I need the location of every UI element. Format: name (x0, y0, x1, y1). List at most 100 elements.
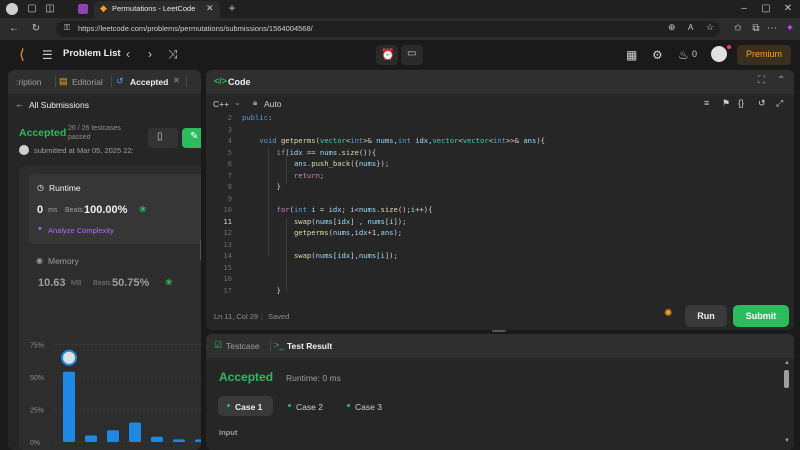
favorites-icon[interactable]: ✩ (732, 23, 744, 35)
case-tab-2[interactable]: Case 2 (280, 396, 335, 416)
chart-bar[interactable] (151, 436, 163, 442)
close-tab-icon[interactable]: ✕ (173, 76, 180, 85)
tab-accepted[interactable]: Accepted (130, 77, 168, 87)
analyze-complexity-link[interactable]: Analyze Complexity (48, 226, 114, 235)
streak-fire-icon[interactable]: ♨ (678, 48, 689, 62)
code-text: ans.push_back({nums}); (293, 159, 390, 168)
pinned-tab-icon[interactable] (78, 4, 88, 14)
maximize-icon[interactable]: ▢ (760, 3, 772, 15)
debug-icon[interactable]: ✺ (664, 308, 672, 319)
problem-list-icon[interactable]: ☰ (42, 48, 53, 62)
runtime-label: Runtime (49, 183, 81, 193)
code-line: 12 getperms(nums,idx+1,ans); (206, 227, 794, 239)
chart-bar[interactable] (63, 371, 75, 442)
back-icon[interactable]: ← (8, 23, 20, 35)
chart-y-tick-label: 75% (30, 343, 44, 350)
line-number: 11 (223, 216, 232, 226)
workspaces-icon[interactable]: ▢ (26, 3, 38, 15)
code-editor[interactable]: 2 public: 3 4 void getperms(vector<int>& nu… (206, 112, 794, 302)
favorite-icon[interactable]: ☆ (706, 22, 714, 33)
memory-value: 10.63 (38, 277, 66, 289)
scrollbar-thumb[interactable] (784, 370, 789, 388)
panel-resize-handle[interactable] (200, 240, 201, 260)
premium-button[interactable]: Premium (737, 45, 791, 65)
next-problem-icon[interactable]: › (148, 47, 152, 61)
book-icon: ▯ (157, 131, 163, 142)
editorial-button[interactable]: ▯ (148, 128, 178, 148)
indent-guide (286, 218, 287, 292)
timer-button[interactable]: ⏰ (376, 45, 398, 65)
more-icon[interactable]: ⋯ (766, 23, 778, 35)
user-avatar[interactable] (711, 46, 727, 62)
code-line: 10 for(int i = idx; i<nums.size();i++){ (206, 204, 794, 216)
tab-divider (55, 76, 56, 87)
chart-bar[interactable] (107, 430, 119, 442)
read-aloud-icon[interactable]: A (688, 23, 693, 32)
chevron-down-icon[interactable]: ⌄ (234, 98, 241, 107)
line-number: 13 (223, 239, 232, 249)
auto-mode-label[interactable]: Auto (264, 99, 282, 109)
extensions-icon[interactable]: ⧉ (750, 23, 762, 35)
browser-tab-active[interactable]: ◆ Permutations - LeetCode ✕ (94, 1, 220, 18)
code-text: if(idx == nums.size()){ (276, 147, 377, 157)
tab-description[interactable]: :ription (16, 77, 42, 87)
shuffle-icon[interactable]: ⤨ (168, 47, 178, 61)
address-bar[interactable]: ⚿ https://leetcode.com/problems/permutat… (56, 21, 720, 37)
close-tab-icon[interactable]: ✕ (206, 3, 214, 14)
chart-bar[interactable] (173, 439, 185, 442)
minimize-icon[interactable]: – (738, 3, 750, 15)
code-text: } (242, 182, 281, 191)
copilot-icon[interactable]: ✦ (784, 23, 796, 35)
memory-label: Memory (48, 256, 79, 266)
prev-problem-icon[interactable]: ‹ (126, 47, 130, 61)
zoom-icon[interactable]: ⊕ (668, 22, 676, 33)
tab-editorial[interactable]: Editorial (72, 77, 103, 87)
collections-icon[interactable]: ◫ (44, 3, 56, 15)
format-lines-icon[interactable]: ≡ (704, 98, 709, 108)
case-tab-1[interactable]: Case 1 (218, 396, 273, 416)
submit-button[interactable]: Submit (733, 305, 789, 327)
expand-icon[interactable]: ⤢ (776, 98, 783, 109)
case-tab-3[interactable]: Case 3 (339, 396, 394, 416)
solution-button[interactable]: ✎ (182, 128, 201, 148)
scroll-down-icon[interactable]: ▼ (784, 438, 790, 444)
editorial-icon: ▤ (59, 76, 68, 86)
result-status: Accepted (219, 370, 274, 384)
language-select[interactable]: C++ (213, 99, 229, 109)
settings-gear-icon[interactable]: ⚙ (652, 48, 663, 62)
scroll-up-icon[interactable]: ▲ (784, 360, 790, 366)
site-info-icon[interactable]: ⚿ (64, 23, 70, 33)
fullscreen-icon[interactable]: ⛶ (758, 75, 765, 86)
note-icon: ▭ (407, 48, 417, 59)
problem-list-link[interactable]: Problem List (63, 48, 121, 59)
chart-bar[interactable] (85, 435, 97, 443)
new-tab-icon[interactable]: + (226, 2, 238, 14)
runtime-card[interactable]: ◷ Runtime 0 ms Beats 100.00% ❀ ✦ Analyze… (29, 174, 201, 244)
chart-y-tick-label: 0% (30, 440, 40, 447)
profile-avatar[interactable] (6, 3, 18, 15)
tab-testcase[interactable]: Testcase (226, 341, 260, 351)
notes-button[interactable]: ▭ (401, 45, 423, 65)
scrollbar[interactable]: ▲ ▼ (784, 360, 790, 446)
notification-dot (727, 45, 731, 49)
indent-guide (286, 148, 287, 184)
back-arrow-icon[interactable]: ← (15, 99, 24, 109)
streak-count: 0 (692, 49, 698, 59)
close-window-icon[interactable]: ✕ (782, 3, 794, 15)
run-button[interactable]: Run (685, 305, 727, 327)
your-submission-avatar-marker (61, 349, 77, 366)
chart-bar[interactable] (129, 422, 141, 443)
leetcode-logo-icon[interactable]: ⟨ (14, 47, 30, 61)
all-submissions-link[interactable]: All Submissions (29, 100, 89, 110)
code-line: 7 return; (206, 170, 794, 182)
tab-test-result[interactable]: Test Result (287, 341, 332, 351)
code-line: 16 (206, 273, 794, 285)
layout-grid-icon[interactable]: ▦ (626, 48, 637, 62)
braces-icon[interactable]: {} (738, 98, 744, 108)
reset-icon[interactable]: ↺ (758, 98, 766, 109)
refresh-icon[interactable]: ↻ (30, 23, 42, 35)
vertical-resize-handle[interactable] (492, 330, 506, 332)
bookmark-icon[interactable]: ⚑ (722, 98, 730, 109)
collapse-icon[interactable]: ⌃ (777, 75, 785, 86)
chart-bar[interactable] (195, 439, 201, 442)
